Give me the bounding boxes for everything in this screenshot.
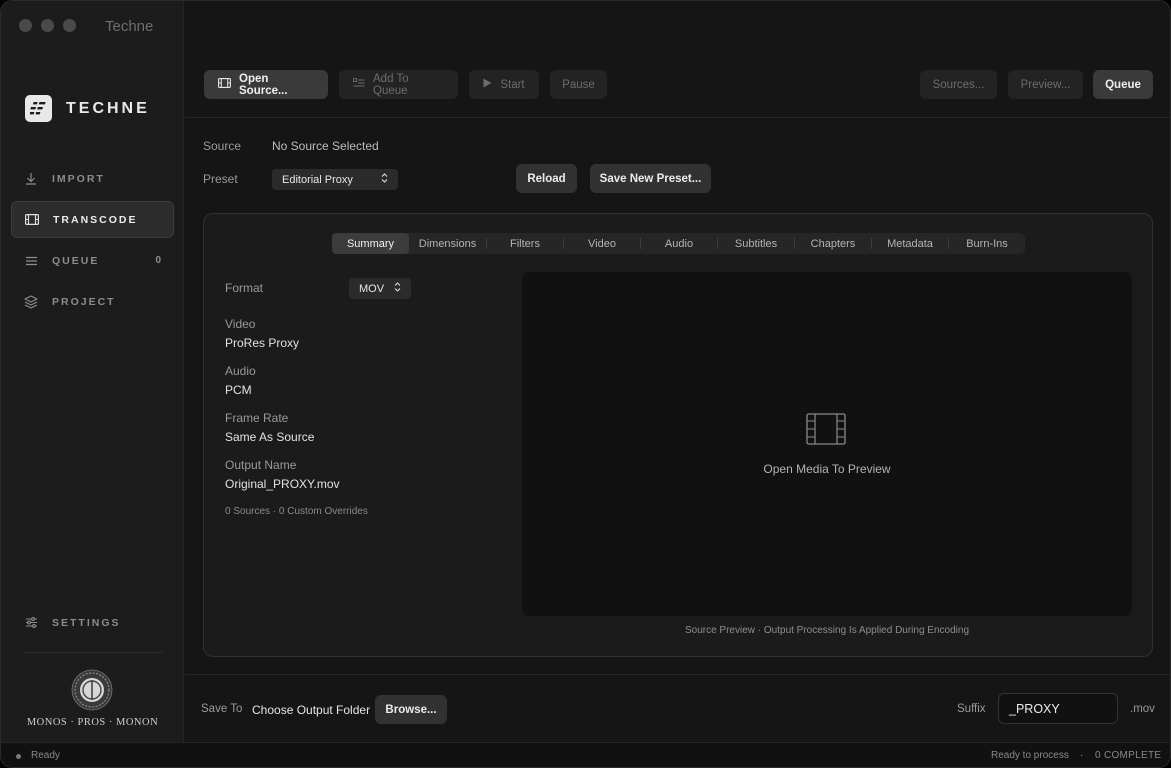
- window-title: Techne: [105, 18, 154, 35]
- minimize-window-button[interactable]: [41, 19, 54, 32]
- browse-button[interactable]: Browse...: [375, 695, 447, 724]
- status-dot-icon: [16, 754, 21, 759]
- tab-dimensions[interactable]: Dimensions: [409, 233, 486, 254]
- techne-logo-icon: [25, 95, 52, 122]
- preview-caption: Source Preview · Output Processing Is Ap…: [684, 625, 970, 636]
- tab-bar: Summary Dimensions Filters Video Audio S…: [332, 233, 1025, 254]
- audio-value: PCM: [225, 383, 252, 397]
- reload-button[interactable]: Reload: [516, 164, 577, 193]
- add-list-icon: [353, 78, 365, 91]
- close-window-button[interactable]: [19, 19, 32, 32]
- output-name-label: Output Name: [225, 458, 297, 472]
- video-label: Video: [225, 317, 256, 331]
- film-icon: [218, 78, 231, 91]
- brand: TECHNE: [25, 95, 150, 122]
- status-text: Ready: [31, 750, 60, 761]
- sidebar-divider: [23, 652, 163, 653]
- source-value: No Source Selected: [272, 139, 379, 153]
- preset-label: Preset: [203, 172, 238, 186]
- sidebar-item-label: PROJECT: [52, 295, 116, 308]
- sidebar-item-label: IMPORT: [52, 172, 105, 185]
- sidebar: Techne TECHNE IMPORT TRANSCODE QUEUE 0 P…: [1, 1, 184, 742]
- sidebar-item-import[interactable]: IMPORT: [11, 160, 174, 197]
- save-to-label: Save To: [201, 703, 243, 715]
- app-window: Techne TECHNE IMPORT TRANSCODE QUEUE 0 P…: [0, 0, 1171, 768]
- tab-metadata[interactable]: Metadata: [872, 233, 948, 254]
- sidebar-item-transcode[interactable]: TRANSCODE: [11, 201, 174, 238]
- complete-count: 0 COMPLETE: [1095, 750, 1162, 761]
- preview-empty-text: Open Media To Preview: [763, 462, 891, 476]
- queue-button[interactable]: Queue: [1093, 70, 1153, 99]
- tab-video[interactable]: Video: [564, 233, 640, 254]
- output-folder-value: Choose Output Folder: [252, 703, 371, 717]
- start-button[interactable]: Start: [469, 70, 539, 99]
- play-icon: [483, 78, 492, 91]
- audio-label: Audio: [225, 364, 256, 378]
- extension-label: .mov: [1130, 703, 1155, 715]
- sidebar-item-settings[interactable]: SETTINGS: [11, 604, 174, 641]
- sidebar-item-label: TRANSCODE: [53, 213, 138, 226]
- tab-filters[interactable]: Filters: [487, 233, 563, 254]
- tab-chapters[interactable]: Chapters: [795, 233, 871, 254]
- sidebar-item-label: QUEUE: [52, 254, 100, 267]
- sidebar-item-queue[interactable]: QUEUE 0: [11, 242, 174, 279]
- pause-button[interactable]: Pause: [550, 70, 607, 99]
- suffix-input[interactable]: _PROXY: [998, 693, 1118, 724]
- sidebar-item-project[interactable]: PROJECT: [11, 283, 174, 320]
- preview-button[interactable]: Preview...: [1008, 70, 1083, 99]
- brand-motto: MONOS · PROS · MONON: [26, 717, 159, 728]
- list-icon: [24, 254, 38, 268]
- format-label: Format: [225, 281, 264, 295]
- output-name-value: Original_PROXY.mov: [225, 477, 340, 491]
- source-override-counts: 0 Sources · 0 Custom Overrides: [225, 506, 368, 517]
- preview-area: Open Media To Preview: [522, 272, 1132, 616]
- seal-emblem-icon: [71, 669, 113, 711]
- tab-summary[interactable]: Summary: [332, 233, 409, 254]
- process-status-text: Ready to process: [991, 750, 1069, 761]
- film-icon: [806, 413, 846, 445]
- status-bar: Ready Ready to process · 0 COMPLETE: [1, 742, 1170, 767]
- sidebar-item-label: SETTINGS: [52, 616, 121, 629]
- output-bar: Save To Choose Output Folder Browse... S…: [185, 674, 1170, 742]
- transcode-panel: Summary Dimensions Filters Video Audio S…: [203, 213, 1153, 657]
- layers-icon: [24, 294, 38, 309]
- frame-rate-label: Frame Rate: [225, 411, 289, 425]
- toolbar: Open Source... Add To Queue Start Pause …: [185, 1, 1170, 118]
- add-to-queue-button[interactable]: Add To Queue: [339, 70, 458, 99]
- queue-count-badge: 0: [155, 255, 161, 266]
- updown-chevron-icon: [394, 282, 401, 295]
- source-label: Source: [203, 139, 242, 153]
- tab-audio[interactable]: Audio: [641, 233, 717, 254]
- film-icon: [25, 213, 39, 227]
- zoom-window-button[interactable]: [63, 19, 76, 32]
- sliders-icon: [24, 616, 38, 630]
- preset-select[interactable]: Editorial Proxy: [272, 169, 398, 190]
- window-controls: [19, 19, 76, 32]
- open-source-button[interactable]: Open Source...: [204, 70, 328, 99]
- sources-button[interactable]: Sources...: [920, 70, 997, 99]
- download-icon: [24, 172, 38, 186]
- frame-rate-value: Same As Source: [225, 430, 315, 444]
- status-separator: ·: [1080, 750, 1084, 761]
- brand-name: TECHNE: [66, 99, 150, 117]
- suffix-label: Suffix: [957, 703, 986, 715]
- save-new-preset-button[interactable]: Save New Preset...: [590, 164, 711, 193]
- format-select[interactable]: MOV: [349, 278, 411, 299]
- tab-subtitles[interactable]: Subtitles: [718, 233, 794, 254]
- video-value: ProRes Proxy: [225, 336, 300, 350]
- updown-chevron-icon: [381, 173, 388, 186]
- tab-burn-ins[interactable]: Burn-Ins: [949, 233, 1025, 254]
